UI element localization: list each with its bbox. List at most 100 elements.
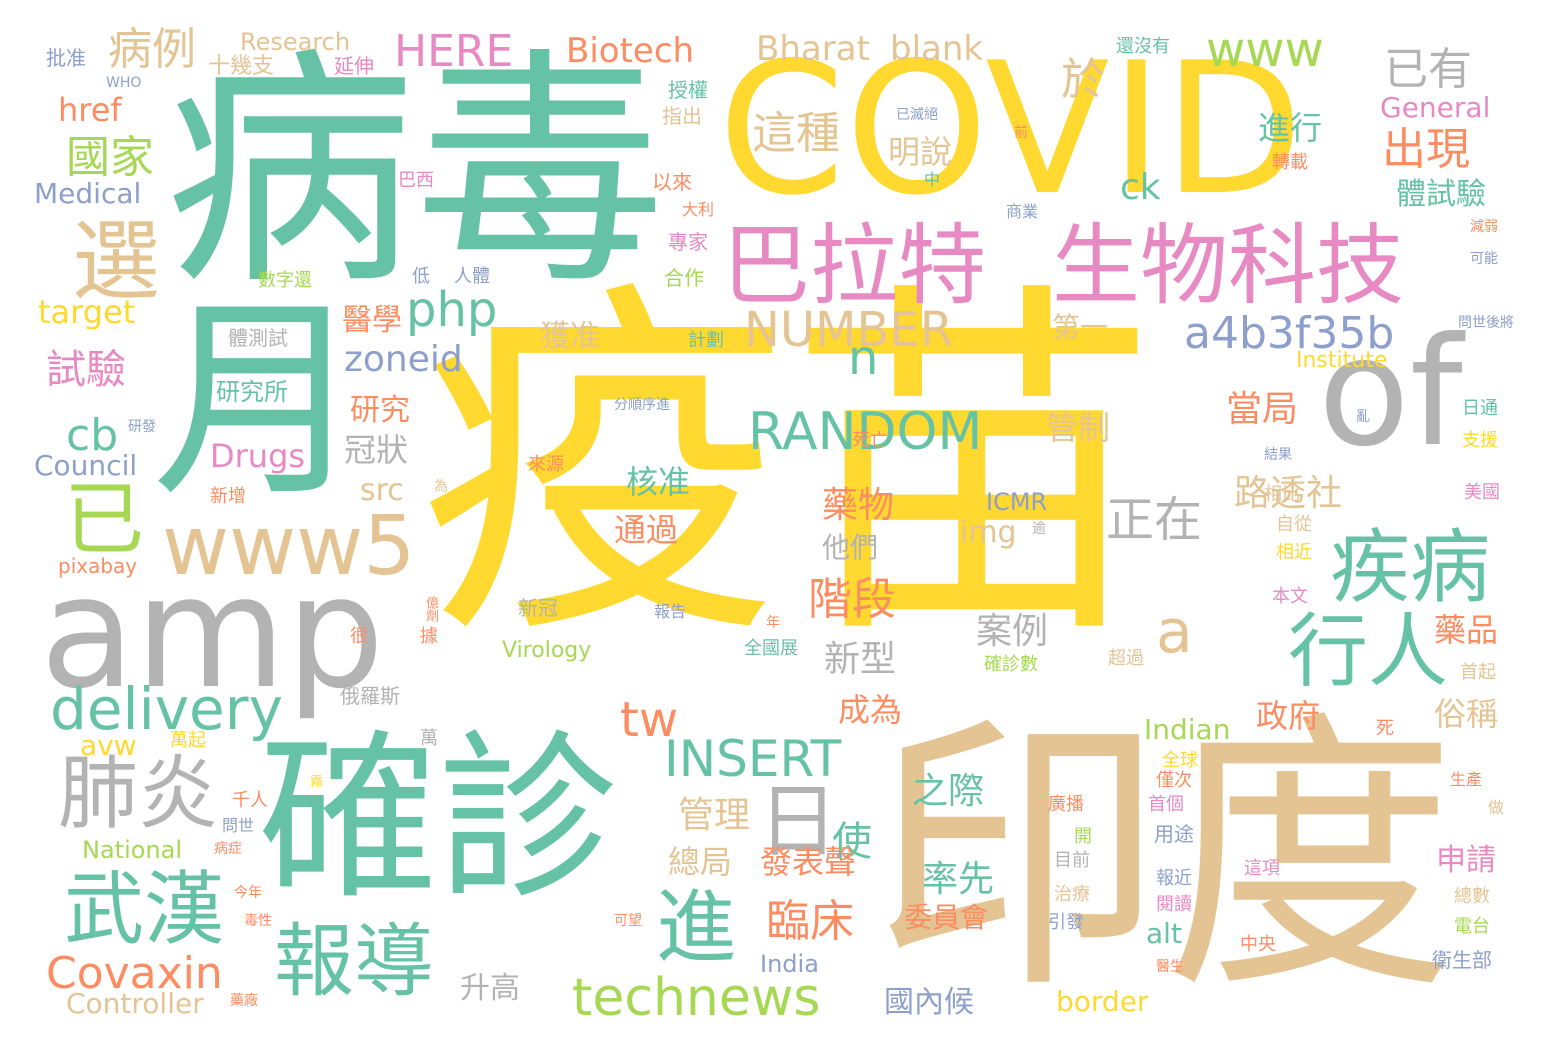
word: 前: [1014, 125, 1028, 141]
word: 電台: [1454, 916, 1490, 937]
word: 今年: [234, 885, 262, 901]
word: 成為: [838, 691, 903, 729]
word: WHO: [106, 75, 142, 91]
word: ck: [1120, 167, 1161, 208]
word: Research: [240, 28, 351, 56]
word: 專家: [668, 230, 708, 254]
word: 申請: [1436, 843, 1496, 878]
word: 生產: [1450, 770, 1483, 789]
word: 藥品: [1434, 611, 1499, 649]
word: 還沒有: [1116, 36, 1170, 57]
word: 本文: [1272, 586, 1308, 607]
word: 千人: [232, 790, 268, 811]
word: 來源: [528, 454, 564, 475]
word: Indian: [1144, 713, 1231, 746]
word: 體試驗: [1396, 177, 1486, 212]
word: General: [1380, 91, 1491, 124]
word: www: [1206, 22, 1324, 78]
word: 武漢: [64, 863, 224, 956]
word: n: [848, 330, 879, 386]
word: 中: [924, 170, 941, 189]
word: 通過: [614, 511, 679, 549]
word: 美國: [1464, 482, 1500, 503]
word: 以來: [652, 170, 692, 194]
word: 病症: [214, 841, 242, 857]
word: 研發: [128, 419, 156, 435]
word: 轉載: [1272, 152, 1308, 173]
word: 授權: [668, 78, 708, 102]
word: 引發: [1048, 912, 1084, 933]
word: 新增: [210, 486, 246, 507]
word: 正在: [1106, 492, 1203, 548]
word: 委員會: [904, 901, 989, 934]
word: 全球: [1162, 750, 1198, 771]
word: 藥物: [822, 485, 895, 526]
word: 可能: [1470, 251, 1498, 267]
word: 這種: [752, 108, 840, 159]
word: 閱讀: [1156, 894, 1192, 915]
word: Controller: [66, 987, 204, 1020]
word: 結果: [1264, 447, 1292, 463]
word: Biotech: [566, 31, 695, 71]
word: 自從: [1276, 514, 1312, 535]
word: 臨床: [766, 896, 854, 947]
word: target: [38, 293, 136, 331]
word: img: [960, 515, 1017, 550]
word: 巴拉特: [722, 214, 987, 317]
word: 全國展: [744, 638, 798, 659]
word: 核准: [626, 463, 691, 501]
word: src: [360, 473, 404, 508]
word: 病例: [108, 24, 196, 75]
word: 為: [434, 479, 448, 495]
word: 生物科技: [1052, 214, 1405, 317]
word: 總數: [1454, 886, 1490, 907]
word: 他們: [822, 531, 879, 564]
word: 僅次: [1156, 770, 1192, 791]
word: 亂: [1356, 409, 1370, 425]
word: 行人: [1288, 605, 1448, 698]
word: 問世後將: [1458, 315, 1514, 331]
word: 人體: [454, 266, 490, 287]
word: 報近: [1156, 868, 1192, 889]
word: 報導: [274, 915, 434, 1008]
word: 商業: [1006, 202, 1039, 221]
word: 研究所: [216, 378, 288, 406]
word: href: [58, 91, 122, 129]
word: 案例: [976, 611, 1049, 652]
word: border: [1056, 985, 1149, 1018]
word: 這項: [1244, 858, 1280, 879]
word: 第一: [1052, 311, 1109, 344]
word: 政府: [1256, 697, 1321, 735]
word: 日通: [1462, 398, 1498, 419]
word: 分順序進: [614, 397, 670, 413]
word: 當局: [1226, 389, 1299, 430]
word: 問世: [222, 816, 255, 835]
word: 用途: [1154, 822, 1194, 846]
word: HERE: [394, 26, 514, 77]
word: 新冠: [518, 596, 558, 620]
word-cloud: 疫苗 病毒 COVID 印度 確診 月 amp of 巴拉特 生物科技 www5…: [0, 0, 1548, 1052]
word: 萬: [420, 728, 438, 749]
word: 國家: [66, 132, 154, 183]
word: 據: [420, 626, 438, 647]
word: 支援: [1462, 430, 1498, 451]
word: 已: [64, 473, 144, 566]
word: 低: [412, 266, 430, 287]
word: 首個: [1148, 794, 1184, 815]
word: Institute: [1296, 348, 1388, 373]
word: 肺炎: [58, 747, 218, 840]
word: technews: [572, 968, 821, 1028]
word: 藥廠: [230, 993, 258, 1009]
word: Bharat: [756, 29, 870, 69]
word: 已有: [1384, 44, 1472, 95]
word: 相比: [1264, 484, 1300, 505]
word: 中央: [1240, 934, 1276, 955]
word: 衛生部: [1432, 948, 1492, 972]
word: 新型: [824, 639, 897, 680]
word: pixabay: [58, 554, 138, 578]
word: 確診數: [984, 654, 1038, 675]
word: alt: [1146, 917, 1182, 950]
word: India: [760, 950, 819, 978]
word: 死: [1376, 718, 1394, 739]
word: Medical: [34, 177, 142, 210]
